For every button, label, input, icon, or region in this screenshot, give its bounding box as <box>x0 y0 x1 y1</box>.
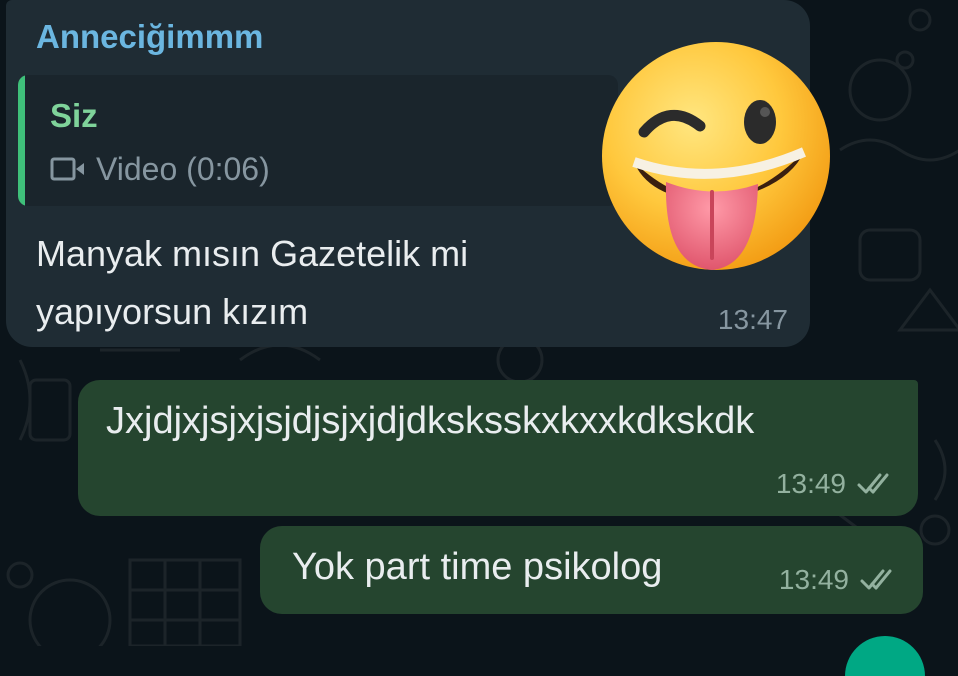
quote-media-label: Video (0:06) <box>96 150 270 187</box>
message-timestamp: 13:49 <box>775 468 846 499</box>
message-meta: 13:49 <box>779 564 899 596</box>
quoted-message[interactable]: Siz Video (0:06) <box>18 75 618 206</box>
outgoing-message-bubble[interactable]: Yok part time psikolog 13:49 <box>260 526 923 614</box>
outgoing-message-text: Jxjdjxjsjxjsjdjsjxjdjdksksskxkxxkdkskdk <box>106 400 755 442</box>
message-meta: 13:49 <box>776 468 896 500</box>
sender-name[interactable]: Anneciğimmm <box>36 18 263 56</box>
incoming-message-text: Manyak mısın Gazetelik mi yapıyorsun kız… <box>36 233 469 332</box>
outgoing-message-text: Yok part time psikolog <box>292 546 663 588</box>
message-timestamp: 13:47 <box>717 304 788 335</box>
video-icon <box>50 157 84 181</box>
double-check-icon <box>857 473 889 494</box>
quote-author: Siz <box>50 97 98 134</box>
quote-media-row: Video (0:06) <box>50 149 270 189</box>
message-timestamp: 13:49 <box>778 564 849 595</box>
quote-accent-bar <box>18 75 25 206</box>
double-check-icon <box>860 569 892 590</box>
outgoing-message-bubble[interactable]: Jxjdjxjsjxjsjdjsjxjdjdksksskxkxxkdkskdk … <box>78 380 918 516</box>
winking-face-with-tongue-emoji[interactable] <box>600 40 832 272</box>
